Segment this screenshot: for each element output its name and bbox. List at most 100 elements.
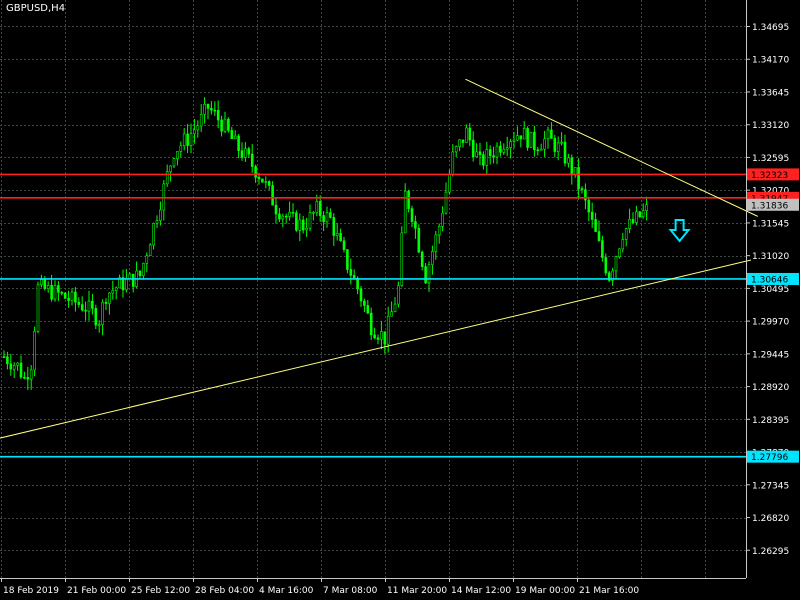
candle-body: [573, 167, 577, 175]
candle-body: [40, 279, 43, 286]
candle-body: [29, 369, 33, 380]
candle-body: [80, 304, 84, 311]
candle-body: [420, 251, 424, 267]
candle-body: [437, 226, 441, 236]
candle-body: [67, 298, 70, 301]
candle-body: [618, 248, 621, 258]
y-tick-label: 1.26295: [752, 547, 789, 557]
y-tick-label: 1.31020: [752, 252, 789, 262]
candle-body: [87, 300, 91, 312]
candle-body: [641, 210, 645, 217]
candle-body: [536, 149, 540, 152]
candle-body: [335, 233, 339, 236]
price-chart[interactable]: 1.346951.341701.336451.331201.325951.320…: [0, 0, 800, 600]
candle-body: [172, 158, 176, 167]
candle-body: [431, 251, 434, 266]
x-tick-label: 14 Mar 12:00: [451, 586, 511, 596]
candle-body: [543, 138, 546, 150]
support-label: 1.27796: [751, 453, 788, 463]
candle-body: [485, 149, 489, 166]
candle-body: [373, 334, 376, 339]
candle-body: [244, 148, 247, 158]
candle-body: [577, 167, 580, 189]
candle-body: [383, 331, 387, 345]
candle-body: [104, 302, 108, 304]
candle-body: [465, 127, 468, 143]
candle-body: [312, 212, 315, 214]
candle-body: [114, 287, 118, 291]
candle-body: [43, 279, 47, 290]
candle-body: [499, 145, 502, 153]
candle-body: [376, 337, 380, 340]
candle-body: [2, 356, 6, 358]
candle-body: [165, 171, 169, 185]
candle-body: [261, 178, 264, 183]
candle-body: [6, 356, 9, 365]
candle-body: [94, 308, 98, 326]
candle-body: [50, 284, 53, 300]
candle-body: [597, 231, 601, 241]
candle-body: [230, 130, 234, 139]
candle-body: [108, 292, 111, 304]
support-label: 1.30646: [751, 275, 788, 285]
candle-body: [203, 104, 206, 115]
candle-body: [101, 302, 104, 325]
candle-body: [397, 285, 400, 305]
candle-body: [128, 273, 132, 280]
candle-body: [196, 125, 200, 131]
chart-title: GBPUSD,H4: [6, 3, 66, 14]
price-scale: 1.346951.341701.336451.331201.325951.320…: [746, 23, 789, 557]
candle-body: [318, 201, 322, 216]
candle-body: [19, 362, 23, 378]
candle-body: [363, 300, 366, 306]
candle-body: [70, 291, 74, 301]
candle-body: [278, 213, 281, 220]
y-tick-label: 1.32595: [752, 154, 789, 164]
candle-body: [63, 292, 67, 299]
y-tick-label: 1.28395: [752, 416, 789, 426]
candle-body: [155, 220, 159, 224]
candle-body: [434, 234, 438, 252]
candle-body: [162, 183, 166, 211]
candle-body: [567, 157, 570, 164]
candle-body: [417, 227, 421, 253]
chart-grid: [0, 0, 746, 578]
candle-body: [492, 155, 495, 158]
candle-body: [553, 138, 557, 152]
candle-body: [291, 211, 295, 214]
candle-body: [84, 309, 87, 312]
candle-body: [237, 135, 240, 151]
candle-body: [301, 219, 305, 231]
candle-body: [12, 365, 16, 370]
candle-body: [298, 219, 302, 231]
candle-body: [325, 212, 329, 223]
candle-body: [526, 128, 529, 148]
candle-body: [193, 129, 196, 135]
bid-label: 1.31836: [751, 201, 788, 211]
candle-body: [488, 149, 492, 156]
candle-body: [458, 139, 461, 147]
candle-body: [519, 135, 523, 140]
candle-body: [539, 148, 543, 151]
candle-body: [461, 139, 465, 143]
candle-body: [509, 141, 512, 149]
candle-body: [257, 177, 261, 180]
x-tick-label: 4 Mar 16:00: [259, 586, 314, 596]
horizontal-levels: [0, 173, 746, 458]
candle-body: [179, 145, 183, 152]
candle-body: [550, 129, 553, 139]
candle-body: [400, 232, 404, 286]
y-tick-label: 1.34170: [752, 56, 789, 66]
candle-body: [621, 239, 625, 250]
candle-body: [594, 219, 597, 232]
candle-body: [410, 208, 414, 222]
candle-body: [638, 211, 642, 217]
candle-body: [315, 201, 319, 213]
y-tick-label: 1.29445: [752, 350, 789, 360]
candle-body: [475, 151, 478, 158]
candle-body: [393, 303, 397, 312]
candle-body: [332, 217, 336, 236]
x-tick-label: 28 Feb 04:00: [195, 586, 254, 596]
x-tick-label: 18 Feb 2019: [3, 586, 59, 596]
candle-body: [60, 292, 64, 294]
